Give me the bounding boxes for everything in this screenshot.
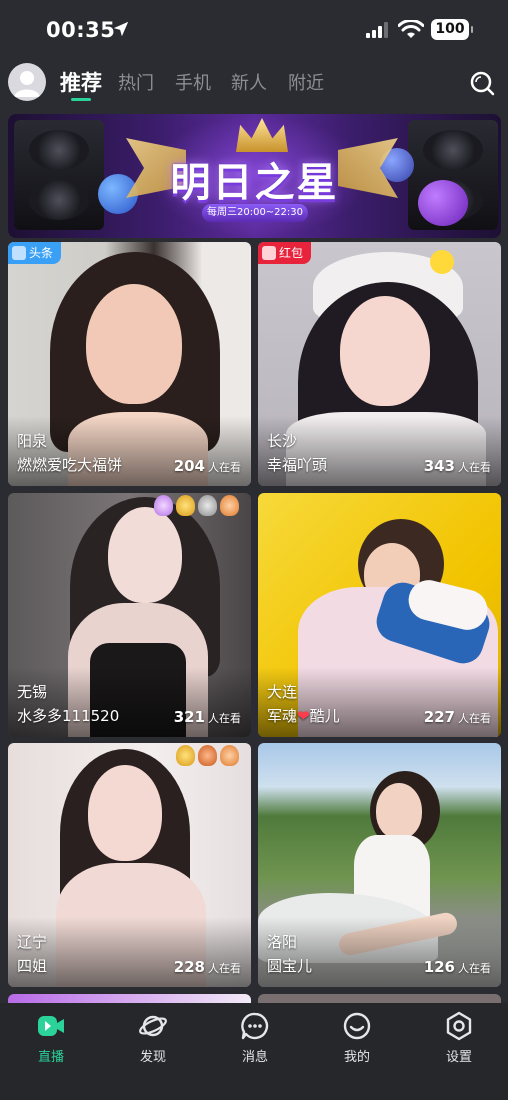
medal-icon (220, 495, 239, 516)
tab-phone[interactable]: 手机 (175, 69, 211, 95)
red-packet-icon (262, 246, 276, 260)
streamer-nickname: 圆宝儿 (267, 957, 313, 975)
medal-icon (198, 495, 217, 516)
headline-tag: 头条 (8, 242, 62, 264)
nav-live[interactable]: 直播 (11, 1011, 91, 1065)
user-avatar[interactable] (8, 63, 46, 101)
wifi-icon (398, 20, 424, 38)
streamer-city: 辽宁 (17, 933, 48, 951)
settings-icon (446, 1011, 472, 1041)
planet-icon (139, 1015, 167, 1037)
search-icon[interactable] (469, 70, 495, 96)
streamer-nickname: 燃燃爱吃大福饼 (17, 456, 123, 474)
tag-label: 头条 (29, 246, 54, 260)
card-shade (8, 667, 251, 737)
top-navigation: 推荐 热门 手机 新人 附近 (0, 60, 508, 108)
tag-label: 红包 (279, 246, 304, 260)
card-shade (8, 416, 251, 486)
live-room-card[interactable]: 大连 军魂❤酷儿 227 人在看 (258, 493, 501, 737)
heart-icon: ❤ (297, 707, 310, 725)
streamer-nickname: 幸福吖頭 (267, 456, 328, 474)
live-room-card[interactable]: 辽宁 四姐 228 人在看 (8, 743, 251, 987)
live-icon (38, 1016, 64, 1036)
red-packet-tag: 红包 (258, 242, 312, 264)
nav-discover[interactable]: 发现 (113, 1011, 193, 1065)
viewer-count: 227 人在看 (423, 708, 491, 726)
viewer-count: 321 人在看 (173, 708, 241, 726)
card-shade (258, 667, 501, 737)
medal-icon (220, 745, 239, 766)
tab-recommend[interactable]: 推荐 (60, 67, 102, 97)
nav-label: 直播 (37, 1050, 64, 1065)
medal-badges (176, 745, 239, 766)
card-shade (8, 917, 251, 987)
medal-badges (154, 495, 239, 516)
viewer-count: 343 人在看 (423, 457, 491, 475)
battery-indicator: 100 (431, 19, 473, 40)
live-room-card[interactable]: 洛阳 圆宝儿 126 人在看 (258, 743, 501, 987)
bottom-navigation: 直播 发现 消息 我的 设置 (0, 1003, 508, 1100)
tab-hot[interactable]: 热门 (118, 69, 154, 95)
nav-label: 发现 (139, 1050, 166, 1065)
card-shade (258, 416, 501, 486)
cellular-signal-icon (366, 22, 388, 38)
streamer-nickname: 军魂❤酷儿 (267, 707, 340, 725)
default-avatar-icon (14, 71, 40, 97)
viewer-count: 126 人在看 (423, 958, 491, 976)
promo-banner[interactable]: 明日之星 每周三20:00~22:30 (8, 114, 501, 238)
medal-icon (154, 495, 173, 516)
banner-schedule: 每周三20:00~22:30 (202, 204, 308, 222)
nav-label: 设置 (445, 1050, 472, 1065)
banner-title: 明日之星 (170, 160, 339, 206)
medal-icon (176, 745, 195, 766)
location-arrow-icon (113, 21, 129, 37)
streamer-city: 洛阳 (267, 933, 298, 951)
streamer-city: 长沙 (267, 432, 298, 450)
viewer-count: 204 人在看 (173, 457, 241, 475)
nav-profile[interactable]: 我的 (317, 1011, 397, 1065)
status-bar: 00:35 100 (0, 0, 508, 60)
message-icon (241, 1012, 269, 1040)
streamer-city: 阳泉 (17, 432, 48, 450)
profile-smile-icon (343, 1012, 371, 1040)
live-room-card[interactable]: 无锡 水多多111520 321 人在看 (8, 493, 251, 737)
tab-nearby[interactable]: 附近 (288, 69, 324, 95)
medal-icon (198, 745, 217, 766)
streamer-city: 无锡 (17, 683, 48, 701)
tab-new[interactable]: 新人 (231, 69, 267, 95)
live-room-card[interactable]: 头条 阳泉 燃燃爱吃大福饼 204 人在看 (8, 242, 251, 486)
nav-settings[interactable]: 设置 (419, 1011, 499, 1065)
nav-label: 我的 (343, 1050, 370, 1065)
streamer-nickname: 水多多111520 (17, 707, 120, 725)
medal-icon (176, 495, 195, 516)
streamer-nickname: 四姐 (17, 957, 48, 975)
nav-label: 消息 (241, 1050, 268, 1065)
status-time: 00:35 (46, 18, 116, 42)
nav-messages[interactable]: 消息 (215, 1011, 295, 1065)
headline-badge-icon (12, 246, 26, 260)
streamer-city: 大连 (267, 683, 298, 701)
live-room-card[interactable]: 红包 长沙 幸福吖頭 343 人在看 (258, 242, 501, 486)
card-shade (258, 917, 501, 987)
viewer-count: 228 人在看 (173, 958, 241, 976)
active-tab-indicator (71, 98, 91, 101)
